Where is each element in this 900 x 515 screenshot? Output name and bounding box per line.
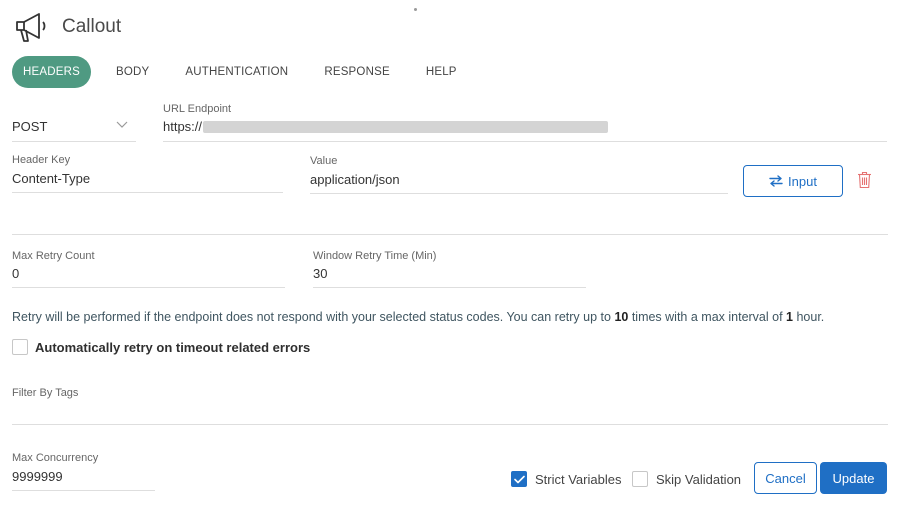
section-divider (12, 234, 888, 235)
filter-by-tags-label: Filter By Tags (12, 387, 79, 399)
strict-variables-checkbox[interactable] (511, 471, 527, 487)
header-value-value: application/json (310, 172, 400, 187)
max-concurrency-value: 9999999 (12, 469, 63, 484)
tab-response[interactable]: RESPONSE (324, 66, 390, 78)
retry-max-interval: 1 (786, 310, 793, 324)
tab-headers[interactable]: HEADERS (12, 56, 91, 88)
update-button[interactable]: Update (820, 462, 887, 494)
tab-bar: HEADERS BODY AUTHENTICATION RESPONSE HEL… (12, 56, 457, 88)
max-retry-count-input[interactable]: 0 (12, 258, 285, 288)
retry-description: Retry will be performed if the endpoint … (12, 310, 825, 324)
skip-validation-option: Skip Validation (632, 471, 741, 487)
chevron-down-icon (116, 121, 128, 128)
header-key-input[interactable]: Content-Type (12, 163, 283, 193)
max-retry-count-value: 0 (12, 266, 20, 281)
auto-retry-label: Automatically retry on timeout related e… (35, 339, 311, 355)
strict-variables-option: Strict Variables (511, 471, 621, 487)
skip-validation-label: Skip Validation (656, 471, 742, 487)
url-redaction-blur (203, 121, 608, 133)
filter-tags-input-line[interactable] (12, 424, 888, 425)
top-dot-indicator (414, 8, 417, 11)
trash-icon[interactable] (857, 171, 872, 189)
url-endpoint-value: https:// (163, 119, 203, 134)
page-title: Callout (62, 16, 122, 37)
megaphone-icon (16, 13, 46, 42)
skip-validation-checkbox[interactable] (632, 471, 648, 487)
auto-retry-checkbox[interactable] (12, 339, 28, 355)
window-retry-time-value: 30 (313, 266, 328, 281)
cancel-button[interactable]: Cancel (754, 462, 817, 494)
header-value-input[interactable]: application/json (310, 164, 728, 194)
method-select[interactable]: POST (12, 112, 136, 142)
swap-arrows-icon (769, 175, 783, 187)
auto-retry-option: Automatically retry on timeout related e… (12, 339, 310, 355)
strict-variables-label: Strict Variables (535, 471, 622, 487)
input-button[interactable]: Input (743, 165, 843, 197)
retry-max-times: 10 (614, 310, 629, 324)
title-bar: Callout (14, 10, 121, 44)
tab-body[interactable]: BODY (116, 66, 149, 78)
header-key-value: Content-Type (12, 171, 91, 186)
window-retry-time-input[interactable]: 30 (313, 258, 586, 288)
tab-authentication[interactable]: AUTHENTICATION (185, 66, 288, 78)
url-endpoint-input[interactable]: https:// (163, 112, 887, 142)
max-concurrency-input[interactable]: 9999999 (12, 461, 155, 491)
method-value: POST (12, 119, 48, 134)
tab-help[interactable]: HELP (426, 66, 457, 78)
input-button-label: Input (788, 173, 817, 189)
checkmark-icon (513, 475, 525, 483)
